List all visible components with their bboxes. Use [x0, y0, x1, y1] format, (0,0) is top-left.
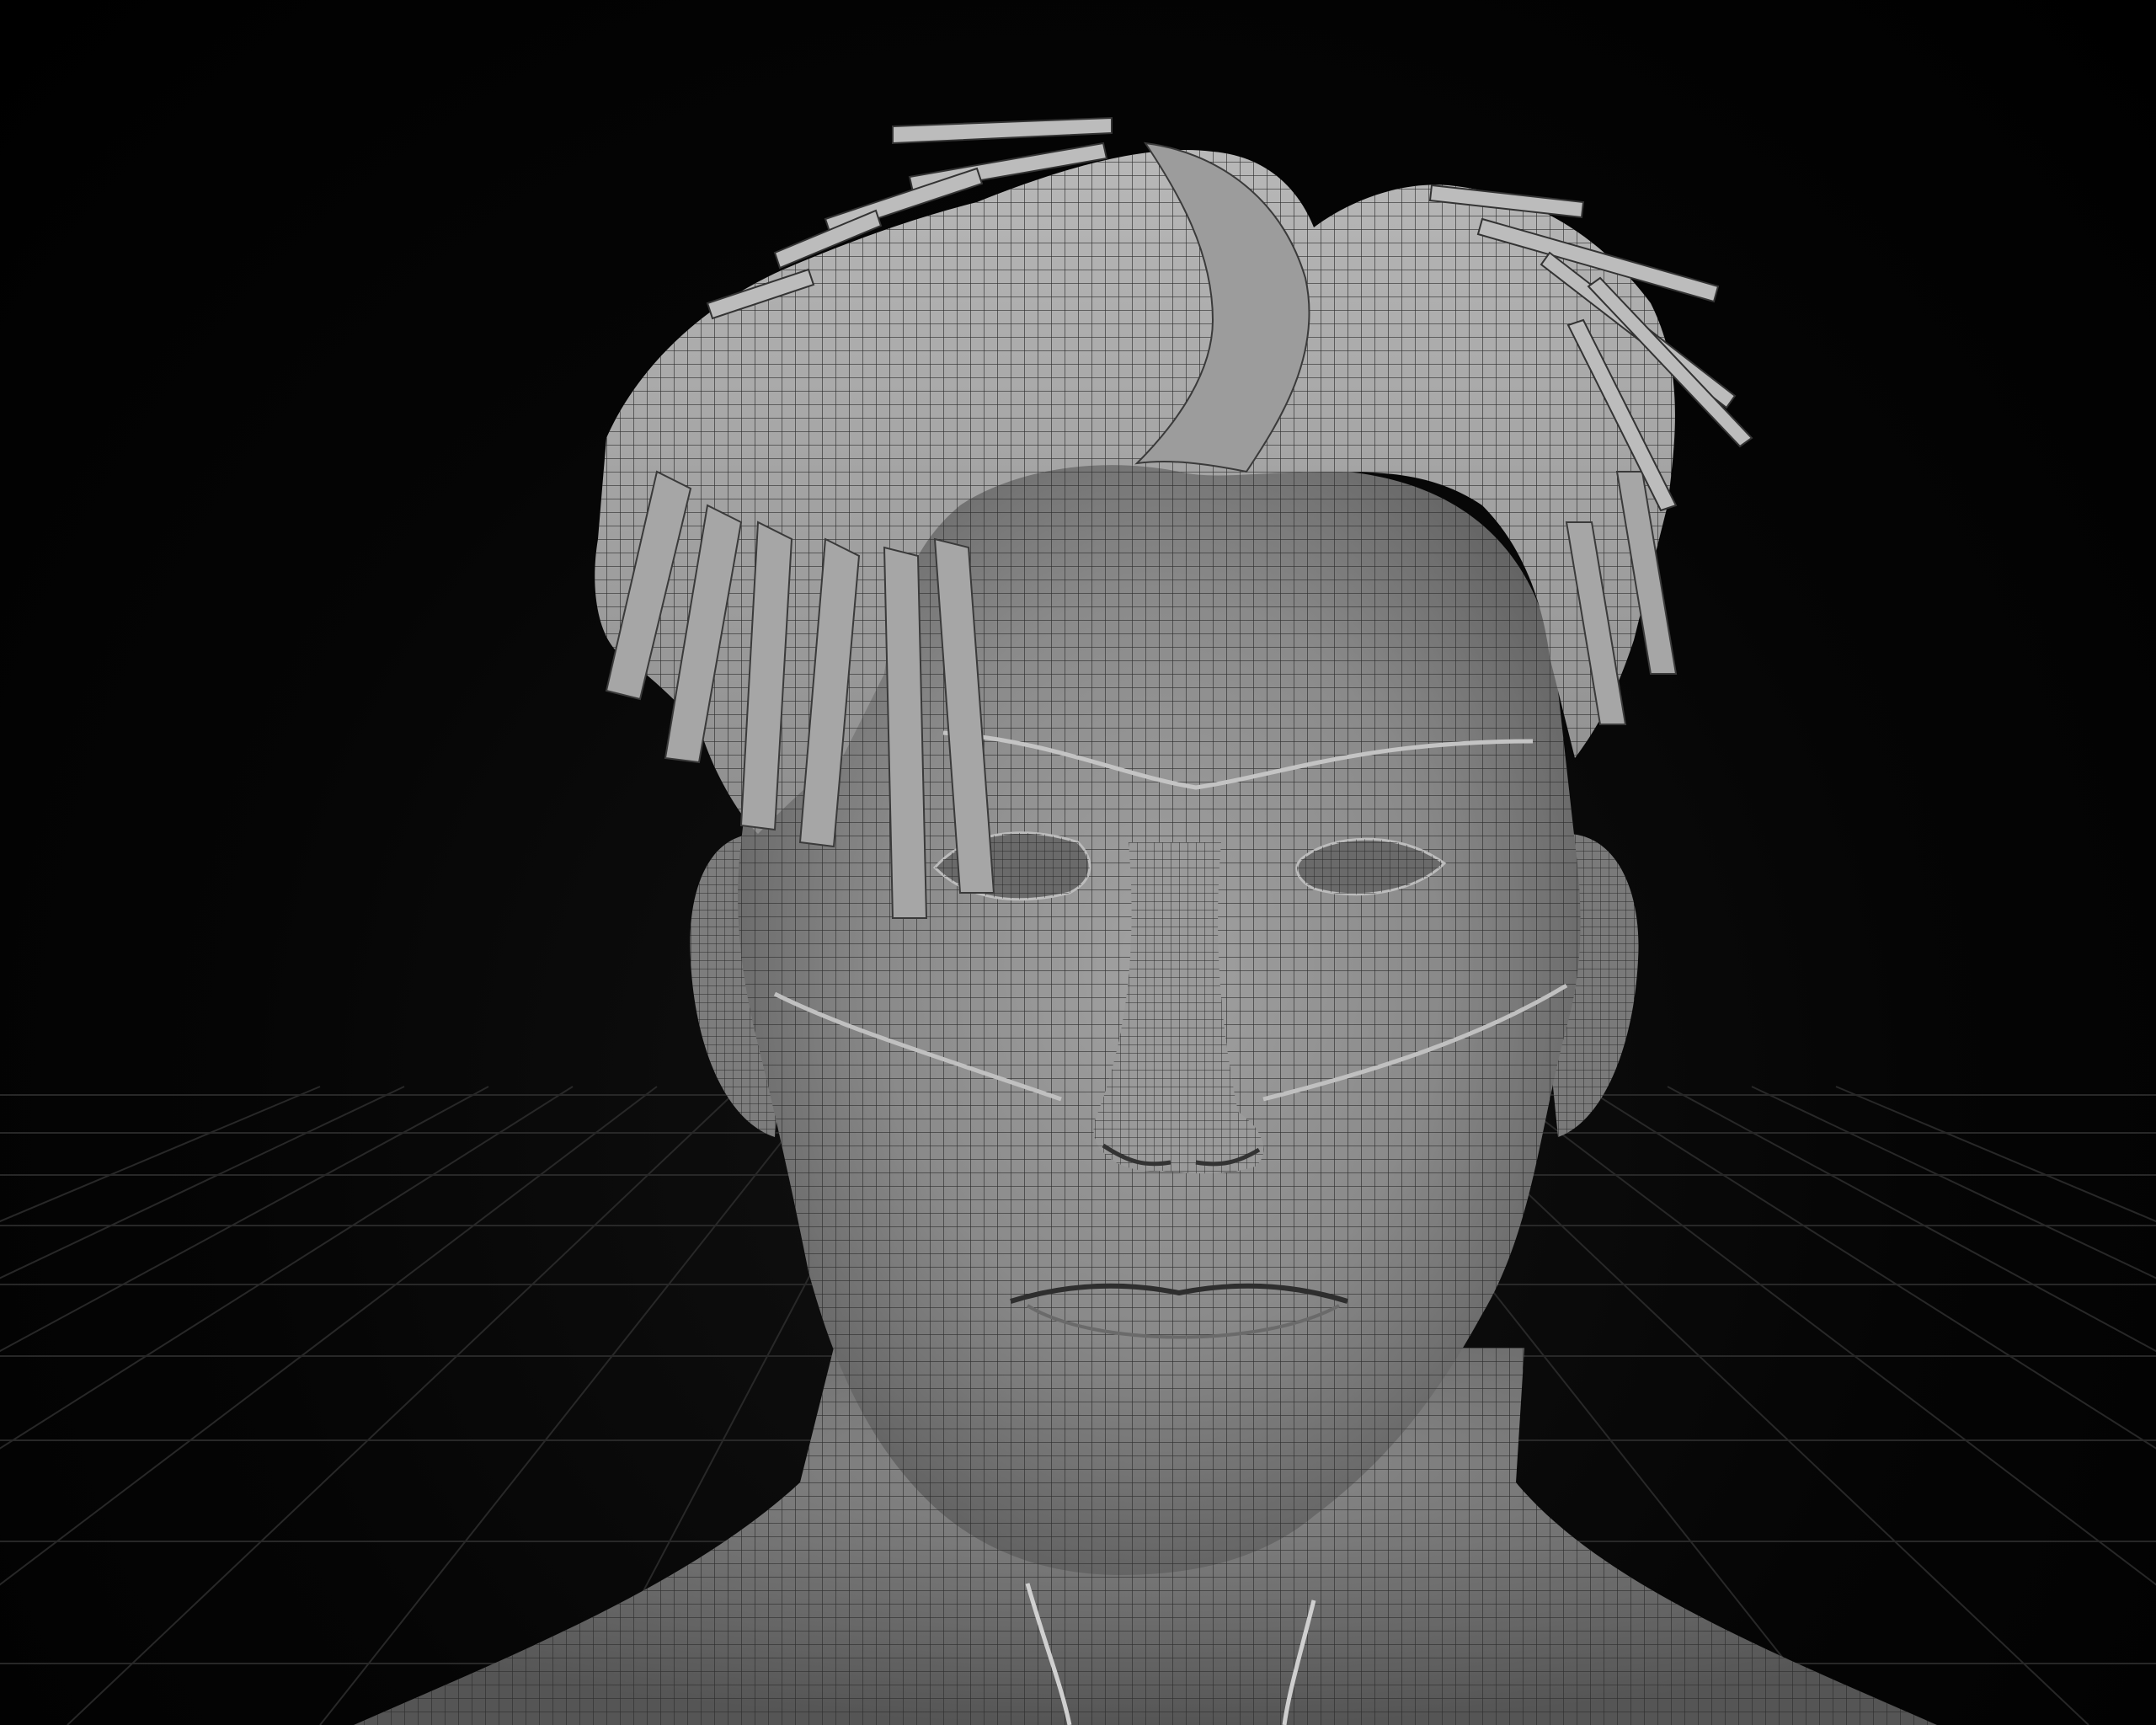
viewport-canvas[interactable]: [0, 0, 2156, 1725]
3d-viewport[interactable]: [0, 0, 2156, 1725]
